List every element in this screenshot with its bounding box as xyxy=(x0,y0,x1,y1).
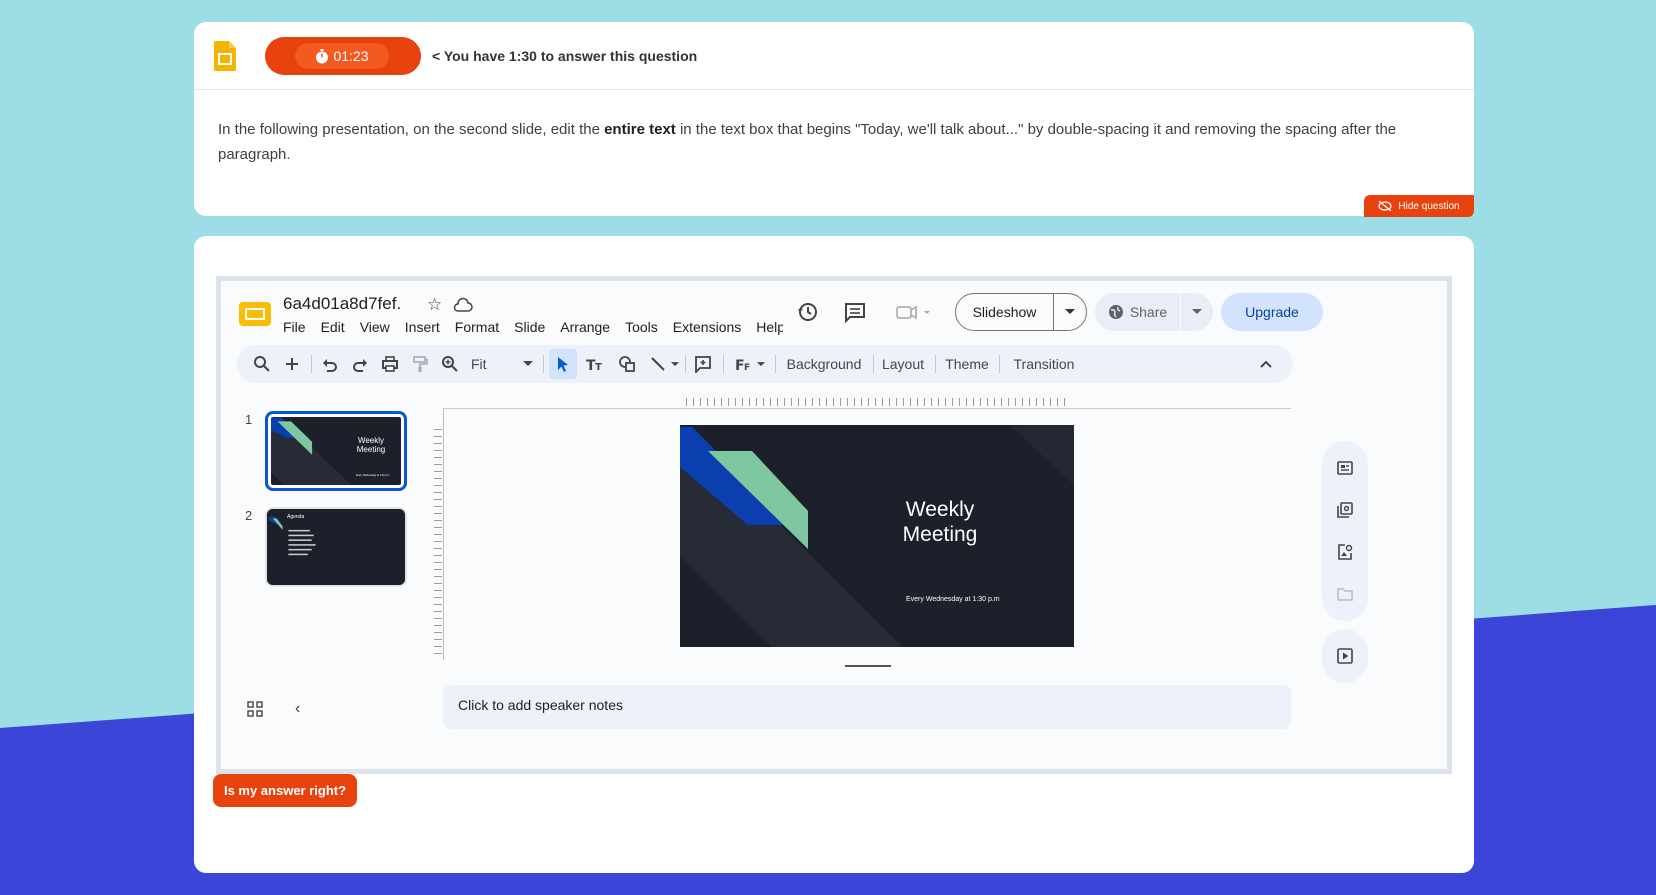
slide-number: 2 xyxy=(245,508,253,523)
timer-badge: 01:23 xyxy=(265,37,421,75)
speaker-notes[interactable]: Click to add speaker notes xyxy=(443,685,1291,729)
menu-tools[interactable]: Tools xyxy=(625,319,658,335)
toolbar-divider xyxy=(685,355,686,373)
thumbnail-subtitle: Every Wednesday at 1:30 p.m xyxy=(356,474,390,477)
menu-insert[interactable]: Insert xyxy=(405,319,440,335)
document-title[interactable]: 6a4d01a8d7fef. xyxy=(283,294,401,314)
image-search-icon[interactable] xyxy=(1336,543,1354,561)
line-icon[interactable] xyxy=(645,345,671,383)
eye-off-icon xyxy=(1378,201,1393,211)
select-tool-icon[interactable] xyxy=(549,349,577,379)
share-dropdown-icon[interactable] xyxy=(1181,309,1213,315)
slide-thumbnail-2[interactable]: Agenda xyxy=(265,507,407,587)
star-icon[interactable]: ☆ xyxy=(427,295,442,315)
toolbar-divider xyxy=(873,355,874,373)
menu-extensions[interactable]: Extensions xyxy=(673,319,741,335)
menu-bar: File Edit View Insert Format Slide Arran… xyxy=(283,319,783,335)
question-header: 01:23 < You have 1:30 to answer this que… xyxy=(194,22,1474,90)
current-slide[interactable]: Weekly Meeting Every Wednesday at 1:30 p… xyxy=(680,425,1074,647)
menu-edit[interactable]: Edit xyxy=(321,319,345,335)
menu-view[interactable]: View xyxy=(360,319,390,335)
search-menus-icon[interactable] xyxy=(249,345,275,383)
slide-title[interactable]: Weekly Meeting xyxy=(870,497,1010,547)
history-icon[interactable] xyxy=(797,301,819,323)
line-dropdown-icon[interactable] xyxy=(669,345,681,383)
menu-help[interactable]: Help xyxy=(756,319,783,335)
redo-icon[interactable] xyxy=(347,345,373,383)
share-button[interactable]: Share xyxy=(1095,293,1213,331)
background-button[interactable]: Background xyxy=(781,345,867,383)
keep-icon[interactable] xyxy=(1336,459,1354,477)
toolbar-divider xyxy=(311,355,312,373)
transition-button[interactable]: Transition xyxy=(1005,345,1083,383)
comment-add-icon[interactable] xyxy=(689,345,717,383)
slideshow-dropdown-icon[interactable] xyxy=(1054,309,1086,315)
vertical-ruler xyxy=(434,429,442,659)
shape-icon[interactable] xyxy=(613,345,641,383)
zoom-dropdown-icon xyxy=(523,361,533,366)
cloud-status-icon[interactable] xyxy=(453,297,473,313)
menu-slide[interactable]: Slide xyxy=(514,319,545,335)
stopwatch-icon xyxy=(316,48,329,63)
horizontal-ruler xyxy=(686,398,1066,406)
toolbar: Fit TT FF Background Layout Theme Transi… xyxy=(237,345,1293,383)
thumbnail-graphic xyxy=(267,509,405,585)
google-slides-logo-icon[interactable] xyxy=(239,300,271,328)
toolbar-divider xyxy=(999,355,1000,373)
undo-icon[interactable] xyxy=(317,345,343,383)
zoom-icon[interactable] xyxy=(437,345,463,383)
toolbar-divider xyxy=(723,355,724,373)
slide-library-icon[interactable] xyxy=(1336,501,1354,519)
comment-icon[interactable] xyxy=(844,301,866,323)
slides-editor: 6a4d01a8d7fef. ☆ File Edit View Insert F… xyxy=(216,276,1452,774)
check-answer-button[interactable]: Is my answer right? xyxy=(213,774,357,807)
thumbnail-title: Agenda xyxy=(287,514,305,520)
slideshow-button[interactable]: Slideshow xyxy=(955,293,1087,331)
timer-hint: < You have 1:30 to answer this question xyxy=(432,48,698,64)
canvas-scroll-handle[interactable] xyxy=(845,665,891,667)
timer-value: 01:23 xyxy=(333,48,369,64)
task-card: 6a4d01a8d7fef. ☆ File Edit View Insert F… xyxy=(194,236,1474,873)
folder-icon[interactable] xyxy=(1336,585,1354,603)
text-box-icon[interactable]: TT xyxy=(581,345,609,383)
font-icon[interactable]: FF xyxy=(729,345,771,383)
svg-text:F: F xyxy=(744,363,750,373)
side-panel-secondary xyxy=(1322,629,1368,683)
collapse-filmstrip-icon[interactable]: ‹ xyxy=(295,700,300,718)
globe-icon xyxy=(1108,305,1123,319)
video-library-icon[interactable] xyxy=(1336,647,1354,665)
thumbnail-title: Weekly Meeting xyxy=(356,436,386,454)
side-panel xyxy=(1322,441,1368,621)
slides-app-logo-icon xyxy=(214,41,236,71)
theme-button[interactable]: Theme xyxy=(941,345,993,383)
menu-arrange[interactable]: Arrange xyxy=(560,319,610,335)
hide-question-button[interactable]: Hide question xyxy=(1364,195,1474,217)
slide-thumbnail-1[interactable]: Weekly Meeting Every Wednesday at 1:30 p… xyxy=(265,411,407,491)
question-card: 01:23 < You have 1:30 to answer this que… xyxy=(194,22,1474,217)
layout-button[interactable]: Layout xyxy=(877,345,929,383)
toolbar-divider xyxy=(775,355,776,373)
slide-number: 1 xyxy=(245,412,253,427)
svg-text:T: T xyxy=(595,362,602,373)
upgrade-button[interactable]: Upgrade xyxy=(1221,293,1323,331)
print-icon[interactable] xyxy=(377,345,403,383)
toolbar-divider xyxy=(935,355,936,373)
slide-subtitle[interactable]: Every Wednesday at 1:30 p.m xyxy=(906,596,1000,603)
zoom-select[interactable]: Fit xyxy=(467,345,537,383)
menu-format[interactable]: Format xyxy=(455,319,499,335)
new-slide-icon[interactable] xyxy=(279,345,305,383)
collapse-toolbar-icon[interactable] xyxy=(1253,345,1279,383)
grid-view-icon[interactable] xyxy=(247,701,263,717)
paint-format-icon[interactable] xyxy=(407,345,433,383)
video-call-icon[interactable] xyxy=(895,301,935,323)
toolbar-divider xyxy=(543,355,544,373)
timer-display: 01:23 xyxy=(295,43,389,69)
question-text: In the following presentation, on the se… xyxy=(218,121,1397,163)
menu-file[interactable]: File xyxy=(283,319,306,335)
